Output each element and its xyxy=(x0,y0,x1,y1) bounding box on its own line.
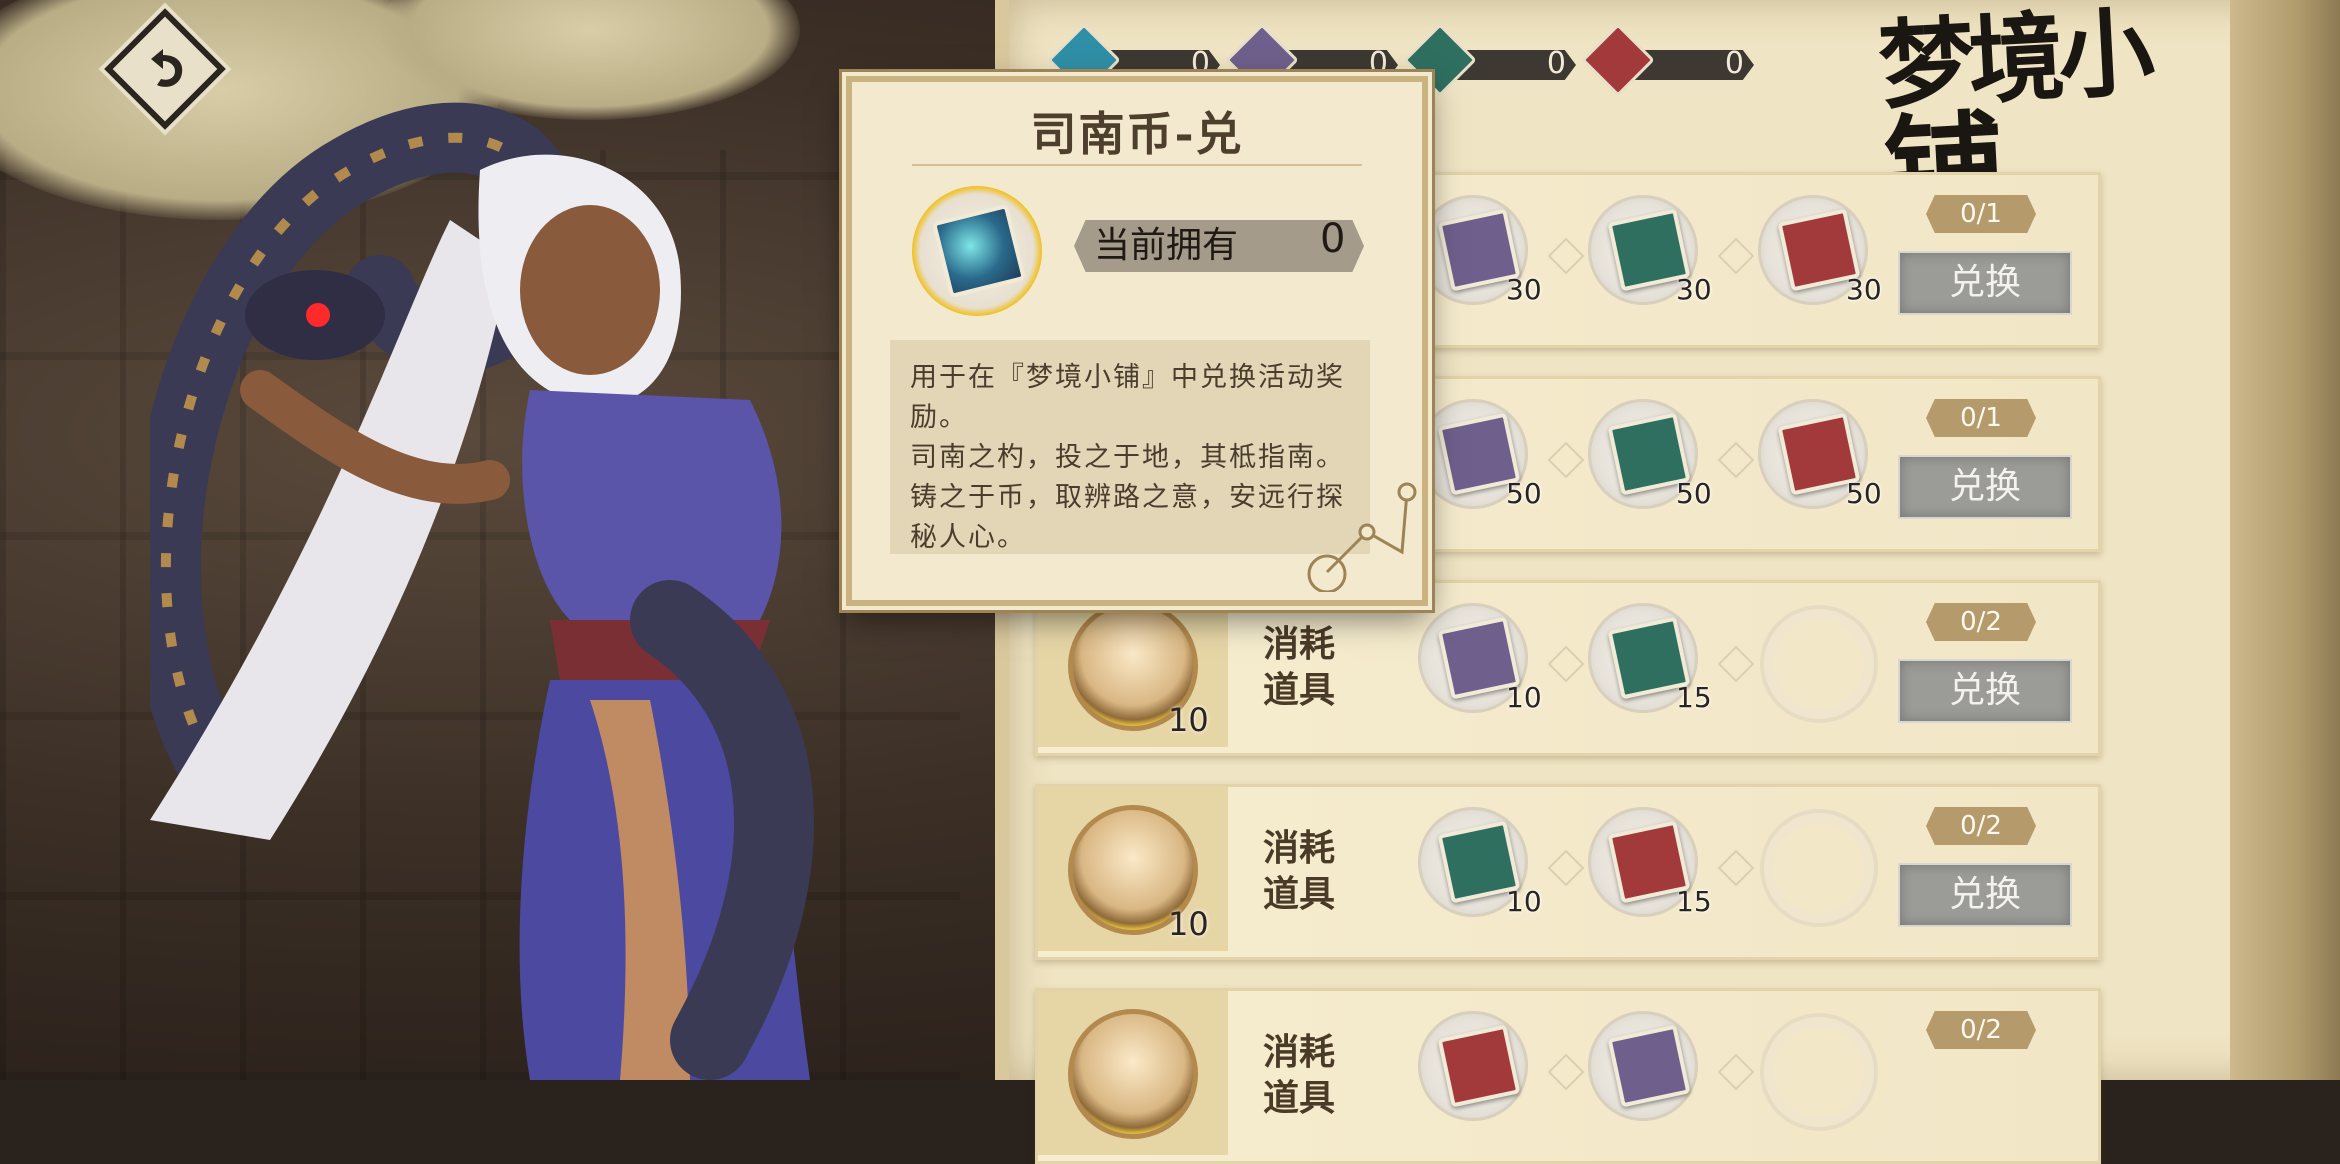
cost-qty: 10 xyxy=(1506,885,1542,918)
reward-count: 10 xyxy=(1168,905,1209,943)
cost-item[interactable]: 50 xyxy=(1758,399,1882,519)
cost-qty: 50 xyxy=(1846,477,1882,510)
tooltip-title: 司南币-兑 xyxy=(1030,107,1244,161)
exchange-button[interactable]: 兑换 xyxy=(1898,863,2072,927)
exchange-row: 10 消耗道具 10 15 0/2 兑换 xyxy=(1035,784,2101,960)
currency-value: 0 xyxy=(1546,46,1566,81)
character-illustration xyxy=(150,102,815,1080)
plus-divider-icon xyxy=(1717,237,1755,275)
exchange-button[interactable]: 兑换 xyxy=(1898,659,2072,723)
cost-qty: 15 xyxy=(1676,681,1712,714)
reward-label: 消耗道具 xyxy=(1263,827,1336,915)
tooltip-connector xyxy=(1307,482,1417,592)
plus-divider-icon xyxy=(1717,441,1755,479)
cost-item[interactable]: 50 xyxy=(1588,399,1712,519)
cost-item[interactable]: 15 xyxy=(1588,603,1712,723)
plus-divider-icon xyxy=(1717,849,1755,887)
cost-qty: 10 xyxy=(1506,681,1542,714)
currency-counter[interactable]: 0 xyxy=(1581,22,1754,97)
cost-item[interactable] xyxy=(1588,1011,1708,1131)
cost-item[interactable]: 50 xyxy=(1418,399,1542,519)
plus-divider-icon xyxy=(1547,849,1585,887)
cost-item[interactable]: 30 xyxy=(1588,195,1712,315)
exchange-row: 消耗道具 0/2 xyxy=(1035,988,2101,1164)
empty-cost-slot xyxy=(1760,809,1878,927)
cost-item[interactable] xyxy=(1418,1011,1538,1131)
tooltip-description: 用于在『梦境小铺』中兑换活动奖励。 司南之杓，投之于地，其柢指南。铸之于币，取辨… xyxy=(890,340,1370,554)
empty-cost-slot xyxy=(1760,605,1878,723)
red-coin-icon xyxy=(1581,23,1655,97)
purple-coin-icon xyxy=(1607,1024,1691,1108)
cost-qty: 30 xyxy=(1676,273,1712,306)
reward-count: 10 xyxy=(1168,701,1209,739)
reward-label: 消耗道具 xyxy=(1263,623,1336,711)
plus-divider-icon xyxy=(1547,1053,1585,1091)
description-line: 司南之杓，投之于地，其柢指南。铸之于币，取辨路之意，安远行探秘人心。 xyxy=(910,442,1345,553)
cost-item[interactable]: 10 xyxy=(1418,603,1542,723)
reward-portrait-icon xyxy=(1068,1009,1198,1139)
purchase-limit-badge: 0/2 xyxy=(1926,603,2036,641)
empty-cost-slot xyxy=(1760,1013,1878,1131)
plus-divider-icon xyxy=(1547,441,1585,479)
cost-qty: 30 xyxy=(1846,273,1882,306)
reward-label: 消耗道具 xyxy=(1263,1031,1336,1119)
red-coin-icon xyxy=(1437,1024,1521,1108)
plus-divider-icon xyxy=(1547,645,1585,683)
currency-counter[interactable]: 0 xyxy=(1403,22,1576,97)
cost-item[interactable]: 10 xyxy=(1418,807,1542,927)
cost-qty: 50 xyxy=(1506,477,1542,510)
purchase-limit-badge: 0/1 xyxy=(1926,195,2036,233)
cost-qty: 50 xyxy=(1676,477,1712,510)
description-line: 用于在『梦境小铺』中兑换活动奖励。 xyxy=(910,362,1345,433)
plus-divider-icon xyxy=(1717,645,1755,683)
reward-slot[interactable]: 10 xyxy=(1038,583,1228,747)
cost-item[interactable]: 30 xyxy=(1758,195,1882,315)
purchase-limit-badge: 0/2 xyxy=(1926,1011,2036,1049)
reward-slot[interactable] xyxy=(1038,991,1228,1155)
owned-value: 0 xyxy=(1320,216,1346,262)
tooltip-divider xyxy=(912,164,1362,166)
cost-item[interactable]: 30 xyxy=(1418,195,1542,315)
purchase-limit-badge: 0/2 xyxy=(1926,807,2036,845)
cost-qty: 15 xyxy=(1676,885,1712,918)
teal-coin-icon xyxy=(912,186,1042,316)
purchase-limit-badge: 0/1 xyxy=(1926,399,2036,437)
cost-item[interactable]: 15 xyxy=(1588,807,1712,927)
exchange-button[interactable]: 兑换 xyxy=(1898,251,2072,315)
back-button[interactable] xyxy=(104,8,226,130)
plus-divider-icon xyxy=(1717,1053,1755,1091)
back-arrow-icon xyxy=(151,49,183,87)
title-logo-line1: 梦境小 xyxy=(1875,0,2152,123)
currency-value: 0 xyxy=(1724,46,1744,81)
reward-slot[interactable]: 10 xyxy=(1038,787,1228,951)
scroll-roller xyxy=(2230,0,2340,1080)
plus-divider-icon xyxy=(1547,237,1585,275)
exchange-row: 10 消耗道具 10 15 0/2 兑换 xyxy=(1035,580,2101,756)
shop-title-logo: 梦境小铺 xyxy=(1875,0,2213,244)
cost-qty: 30 xyxy=(1506,273,1542,306)
currency-tooltip: 司南币-兑 当前拥有 0 用于在『梦境小铺』中兑换活动奖励。 司南之杓，投之于地… xyxy=(846,76,1428,606)
exchange-button[interactable]: 兑换 xyxy=(1898,455,2072,519)
